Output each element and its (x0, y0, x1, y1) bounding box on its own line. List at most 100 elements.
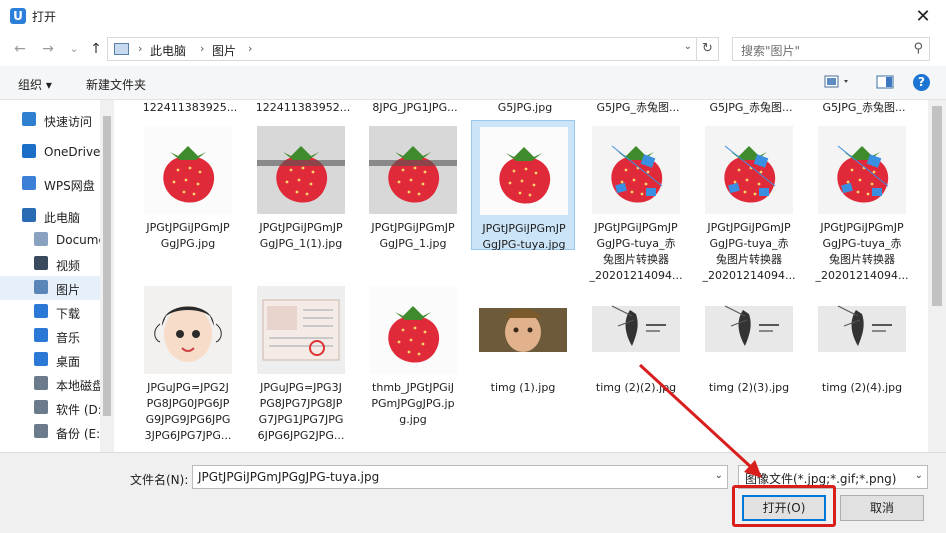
up-arrow-icon[interactable]: ↑ (86, 40, 106, 58)
back-arrow-icon[interactable]: ← (10, 40, 30, 58)
sidebar-scrollbar[interactable] (100, 100, 114, 452)
sidebar-item[interactable]: Docume (0, 228, 100, 252)
forward-arrow-icon[interactable]: → (38, 40, 58, 58)
computer-icon (22, 208, 36, 222)
file-name-label: JPGuJPG=JPG3J (260, 381, 342, 394)
file-name-label: JPGtJPGiJPGmJP (482, 222, 566, 235)
sidebar-item-label: 本地磁盘 (56, 379, 100, 393)
sidebar-item[interactable]: 快速访问 (0, 108, 100, 132)
cloud-icon (22, 176, 36, 190)
file-name-label: G9JPG9JPG6JPG (145, 413, 231, 426)
file-name-label: JPGtJPGiJPGmJP (594, 221, 678, 234)
file-thumbnail (705, 286, 793, 374)
file-name-label: timg (1).jpg (490, 381, 556, 394)
file-tile[interactable]: JPGuJPG=JPG2J PG8JPG0JPG6JP G9JPG9JPG6JPG 3… (136, 280, 240, 442)
highlight-box (732, 485, 836, 527)
file-name-label: PG8JPG7JPG8JP (259, 397, 343, 410)
sidebar-item[interactable]: 软件 (D: (0, 396, 100, 420)
sidebar-item[interactable]: 音乐 (0, 324, 100, 348)
file-thumbnail (369, 286, 457, 374)
file-name-label: JPGtJPGiJPGmJP (146, 221, 230, 234)
navigation-bar: ← → ⌄ ↑ › 此电脑 › 图片 › ⌄ ↻ 搜索"图片" ⚲ (0, 32, 946, 66)
sidebar-item-label: 软件 (D: (56, 403, 100, 417)
file-thumbnail (480, 127, 568, 215)
recent-locations-chevron-icon[interactable]: ⌄ (64, 40, 84, 58)
breadcrumb-this-pc[interactable]: 此电脑 (150, 42, 186, 59)
file-name-label[interactable]: G5JPG_赤兔图... (586, 100, 690, 116)
file-name-label[interactable]: G5JPG_赤兔图... (699, 100, 803, 116)
chevron-down-icon[interactable]: ⌄ (715, 470, 723, 481)
file-name-label: PGmJPGgJPG.jp (371, 397, 455, 410)
file-tile[interactable]: thmb_JPGtJPGiJ PGmJPGgJPG.jp g.jpg (361, 280, 465, 426)
view-options-icon[interactable] (824, 74, 852, 93)
sidebar-item-label: 视频 (56, 259, 81, 273)
file-tile[interactable]: timg (1).jpg (471, 280, 575, 410)
file-tile[interactable]: JPGtJPGiJPGmJP GgJPG-tuya_赤 兔图片转换器 _2020121… (810, 120, 914, 282)
file-name-label[interactable]: G5JPG.jpg (473, 100, 577, 116)
file-tile[interactable]: timg (2)(3).jpg (697, 280, 801, 410)
file-name-label: PG8JPG0JPG6JP (146, 397, 230, 410)
file-name-label: JPGuJPG=JPG2J (147, 381, 229, 394)
drive-icon (34, 424, 48, 438)
search-placeholder: 搜索"图片" (741, 44, 801, 58)
file-thumbnail (144, 286, 232, 374)
drive-icon (34, 400, 48, 414)
file-name-label[interactable]: 8JPG_JPG1JPG... (363, 100, 467, 116)
breadcrumb-pictures[interactable]: 图片 (212, 42, 236, 59)
sidebar-item[interactable]: 桌面 (0, 348, 100, 372)
file-thumbnail (818, 126, 906, 214)
sidebar-item[interactable]: 视频 (0, 252, 100, 276)
file-thumbnail (818, 286, 906, 374)
file-list-area: 122411383925... 122411383952... 8JPG_JPG1J… (114, 100, 928, 452)
cloud-icon (22, 144, 36, 158)
sidebar-scroll-thumb[interactable] (103, 116, 111, 416)
sidebar-item[interactable]: 备份 (E:) (0, 420, 100, 444)
new-folder-button[interactable]: 新建文件夹 (86, 76, 146, 93)
file-tile[interactable]: JPGuJPG=JPG3J PG8JPG7JPG8JP G7JPG1JPG7JPG 6… (249, 280, 353, 442)
file-name-label: 兔图片转换器 (603, 253, 669, 266)
drive-icon (34, 376, 48, 390)
file-tile[interactable]: JPGtJPGiJPGmJP GgJPG.jpg (136, 120, 240, 250)
sidebar-item[interactable]: 本地磁盘 (0, 372, 100, 396)
sidebar-item[interactable]: 图片 (0, 276, 100, 300)
search-input[interactable]: 搜索"图片" ⚲ (732, 37, 930, 61)
help-icon[interactable]: ? (913, 74, 930, 91)
file-name-label: 兔图片转换器 (829, 253, 895, 266)
download-icon (34, 304, 48, 318)
chevron-down-icon: ▾ (45, 78, 52, 92)
preview-pane-icon[interactable] (876, 74, 894, 93)
sidebar-item[interactable]: WPS网盘 (0, 172, 100, 196)
sidebar-item[interactable]: OneDrive (0, 140, 100, 164)
file-name-label: JPGtJPGiJPGmJP (707, 221, 791, 234)
file-tile[interactable]: JPGtJPGiJPGmJP GgJPG-tuya.jpg (471, 120, 575, 251)
breadcrumb-separator: › (200, 42, 205, 55)
file-name-label: g.jpg (399, 413, 427, 426)
file-tile[interactable]: JPGtJPGiJPGmJP GgJPG_1.jpg (361, 120, 465, 250)
file-tile[interactable]: timg (2)(2).jpg (584, 280, 688, 410)
address-dropdown-icon[interactable]: ⌄ (684, 41, 692, 52)
file-name-label: timg (2)(4).jpg (821, 381, 903, 394)
file-name-label[interactable]: G5JPG_赤兔图... (812, 100, 916, 116)
cancel-button[interactable]: 取消 (840, 495, 924, 521)
file-tile[interactable]: timg (2)(4).jpg (810, 280, 914, 410)
file-name-label: GgJPG-tuya_赤 (709, 237, 789, 250)
file-name-label[interactable]: 122411383952... (251, 100, 355, 116)
file-name-label: JPGtJPGiJPGmJP (820, 221, 904, 234)
sidebar-item[interactable]: 此电脑 (0, 204, 100, 228)
file-tile[interactable]: JPGtJPGiJPGmJP GgJPG_1(1).jpg (249, 120, 353, 250)
file-name-label[interactable]: 122411383925... (138, 100, 242, 116)
file-tile[interactable]: JPGtJPGiJPGmJP GgJPG-tuya_赤 兔图片转换器 _2020121… (584, 120, 688, 282)
file-tile[interactable]: JPGtJPGiJPGmJP GgJPG-tuya_赤 兔图片转换器 _2020121… (697, 120, 801, 282)
desktop-icon (34, 352, 48, 366)
file-list-scroll-thumb[interactable] (932, 106, 942, 306)
organize-button[interactable]: 组织 ▾ (18, 76, 52, 93)
sidebar-item[interactable]: 下载 (0, 300, 100, 324)
sidebar-item-label: 图片 (56, 283, 81, 297)
file-list-scrollbar[interactable] (928, 100, 946, 452)
breadcrumb-separator: › (248, 42, 253, 55)
refresh-icon[interactable]: ↻ (697, 37, 719, 61)
filename-label: 文件名(N): (130, 473, 189, 487)
close-button[interactable]: ✕ (900, 0, 946, 32)
filename-input[interactable]: JPGtJPGiJPGmJPGgJPG-tuya.jpg ⌄ (192, 465, 728, 489)
address-bar[interactable]: › 此电脑 › 图片 › ⌄ (107, 37, 697, 61)
